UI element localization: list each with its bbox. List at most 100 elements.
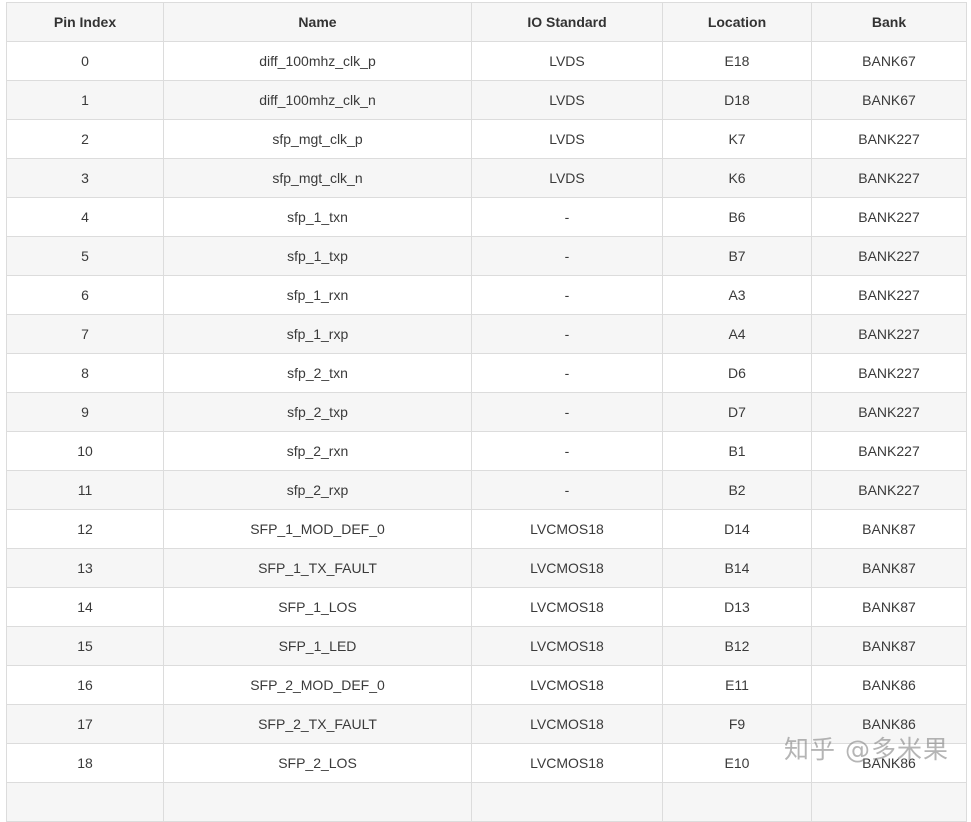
cell-location: F9 <box>662 704 812 744</box>
cell-io-standard: LVDS <box>471 119 663 159</box>
cell-bank: BANK227 <box>811 392 967 432</box>
cell-bank: BANK67 <box>811 80 967 120</box>
cell-io-standard: - <box>471 353 663 393</box>
cell-location: B7 <box>662 236 812 276</box>
cell-io-standard: LVCMOS18 <box>471 743 663 783</box>
cell-pin-index: 6 <box>6 275 164 315</box>
table-row: 7 sfp_1_rxp - A4 BANK227 <box>6 314 967 354</box>
cell-name: SFP_2_MOD_DEF_0 <box>163 665 472 705</box>
cell-io-standard: - <box>471 470 663 510</box>
cell-pin-index: 12 <box>6 509 164 549</box>
cell-location: K7 <box>662 119 812 159</box>
cell-name: SFP_1_LED <box>163 626 472 666</box>
cell-pin-index: 11 <box>6 470 164 510</box>
cell-bank: BANK227 <box>811 275 967 315</box>
cell-pin-index: 2 <box>6 119 164 159</box>
cell-io-standard: LVCMOS18 <box>471 665 663 705</box>
pin-table: Pin Index Name IO Standard Location Bank… <box>6 2 967 822</box>
table-row: 10 sfp_2_rxn - B1 BANK227 <box>6 431 967 471</box>
table-row: 16 SFP_2_MOD_DEF_0 LVCMOS18 E11 BANK86 <box>6 665 967 705</box>
cell-name: sfp_2_txn <box>163 353 472 393</box>
cell-location: D18 <box>662 80 812 120</box>
cell-io-standard: - <box>471 275 663 315</box>
cell-io-standard: LVDS <box>471 158 663 198</box>
cell-name: SFP_1_MOD_DEF_0 <box>163 509 472 549</box>
cell-pin-index: 9 <box>6 392 164 432</box>
cell-name: sfp_1_txn <box>163 197 472 237</box>
table-body: 0 diff_100mhz_clk_p LVDS E18 BANK67 1 diff_100… <box>6 41 967 822</box>
cell-io-standard: LVCMOS18 <box>471 626 663 666</box>
cell-name: sfp_1_txp <box>163 236 472 276</box>
cell-bank: BANK87 <box>811 626 967 666</box>
cell-location <box>662 782 812 822</box>
cell-bank: BANK227 <box>811 470 967 510</box>
table-row: 6 sfp_1_rxn - A3 BANK227 <box>6 275 967 315</box>
cell-name: sfp_2_txp <box>163 392 472 432</box>
cell-bank: BANK227 <box>811 314 967 354</box>
table-row: 8 sfp_2_txn - D6 BANK227 <box>6 353 967 393</box>
cell-name: sfp_2_rxn <box>163 431 472 471</box>
cell-name <box>163 782 472 822</box>
cell-location: B1 <box>662 431 812 471</box>
cell-location: E11 <box>662 665 812 705</box>
cell-bank: BANK227 <box>811 353 967 393</box>
cell-pin-index: 16 <box>6 665 164 705</box>
cell-io-standard: - <box>471 314 663 354</box>
table-row: 5 sfp_1_txp - B7 BANK227 <box>6 236 967 276</box>
cell-io-standard: LVCMOS18 <box>471 587 663 627</box>
cell-bank: BANK86 <box>811 665 967 705</box>
table-row: 9 sfp_2_txp - D7 BANK227 <box>6 392 967 432</box>
cell-name: SFP_2_LOS <box>163 743 472 783</box>
cell-location: B14 <box>662 548 812 588</box>
cell-bank: BANK227 <box>811 158 967 198</box>
cell-name: diff_100mhz_clk_p <box>163 41 472 81</box>
cell-location: D13 <box>662 587 812 627</box>
cell-bank: BANK87 <box>811 509 967 549</box>
table-row: 17 SFP_2_TX_FAULT LVCMOS18 F9 BANK86 <box>6 704 967 744</box>
table-row: 0 diff_100mhz_clk_p LVDS E18 BANK67 <box>6 41 967 81</box>
cell-io-standard: LVDS <box>471 80 663 120</box>
cell-bank: BANK86 <box>811 704 967 744</box>
cell-bank: BANK87 <box>811 548 967 588</box>
cell-pin-index: 14 <box>6 587 164 627</box>
table-row: 13 SFP_1_TX_FAULT LVCMOS18 B14 BANK87 <box>6 548 967 588</box>
cell-pin-index: 3 <box>6 158 164 198</box>
cell-name: sfp_mgt_clk_p <box>163 119 472 159</box>
cell-pin-index: 10 <box>6 431 164 471</box>
cell-pin-index: 13 <box>6 548 164 588</box>
cell-pin-index: 17 <box>6 704 164 744</box>
cell-location: A3 <box>662 275 812 315</box>
table-row: 4 sfp_1_txn - B6 BANK227 <box>6 197 967 237</box>
cell-location: K6 <box>662 158 812 198</box>
cell-location: A4 <box>662 314 812 354</box>
cell-name: sfp_1_rxp <box>163 314 472 354</box>
cell-pin-index: 15 <box>6 626 164 666</box>
header-io-standard: IO Standard <box>471 2 663 42</box>
cell-name: sfp_mgt_clk_n <box>163 158 472 198</box>
cell-location: D14 <box>662 509 812 549</box>
cell-location: B6 <box>662 197 812 237</box>
cell-io-standard: - <box>471 431 663 471</box>
cell-bank: BANK227 <box>811 236 967 276</box>
cell-pin-index: 1 <box>6 80 164 120</box>
cell-name: SFP_1_LOS <box>163 587 472 627</box>
table-row: 3 sfp_mgt_clk_n LVDS K6 BANK227 <box>6 158 967 198</box>
table-header: Pin Index Name IO Standard Location Bank <box>6 2 967 42</box>
header-pin-index: Pin Index <box>6 2 164 42</box>
table-row: 1 diff_100mhz_clk_n LVDS D18 BANK67 <box>6 80 967 120</box>
cell-bank: BANK87 <box>811 587 967 627</box>
cell-pin-index: 5 <box>6 236 164 276</box>
cell-location: E10 <box>662 743 812 783</box>
cell-name: SFP_1_TX_FAULT <box>163 548 472 588</box>
cell-bank: BANK227 <box>811 431 967 471</box>
table-row: 14 SFP_1_LOS LVCMOS18 D13 BANK87 <box>6 587 967 627</box>
cell-location: E18 <box>662 41 812 81</box>
cell-pin-index: 0 <box>6 41 164 81</box>
cell-pin-index: 18 <box>6 743 164 783</box>
cell-pin-index: 4 <box>6 197 164 237</box>
table-row: 15 SFP_1_LED LVCMOS18 B12 BANK87 <box>6 626 967 666</box>
cell-io-standard: LVDS <box>471 41 663 81</box>
table-row: 12 SFP_1_MOD_DEF_0 LVCMOS18 D14 BANK87 <box>6 509 967 549</box>
pin-table-container: Pin Index Name IO Standard Location Bank… <box>6 2 967 822</box>
cell-pin-index: 8 <box>6 353 164 393</box>
